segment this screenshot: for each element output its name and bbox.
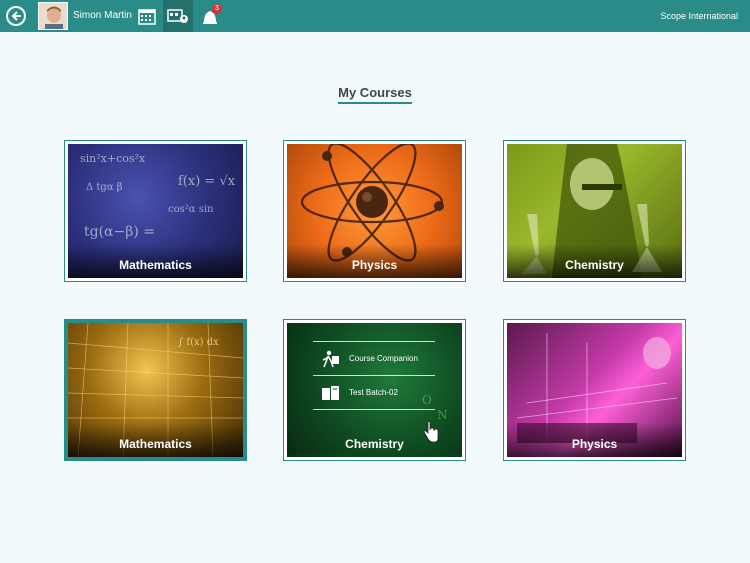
- courses-icon[interactable]: [163, 0, 193, 32]
- menu-item-label: Course Companion: [349, 354, 418, 363]
- physics-lab-image: Physics: [507, 323, 682, 457]
- course-card-physics-lab[interactable]: Physics: [503, 319, 686, 461]
- chemistry-green-image: O N Course Companion Test Batch-02 Chemi…: [287, 323, 462, 457]
- page-title-text: My Courses: [338, 85, 412, 104]
- menu-item-label: Test Batch-02: [349, 388, 398, 397]
- organization-name: Scope International: [660, 11, 738, 21]
- mathematics-gold-image: ∫ f(x) dx Mathematics: [68, 323, 243, 457]
- avatar[interactable]: [38, 2, 68, 30]
- divider: [313, 409, 435, 410]
- books-icon: [321, 383, 341, 403]
- menu-item-course-companion[interactable]: Course Companion: [313, 342, 435, 375]
- course-menu: Course Companion Test Batch-02: [313, 341, 435, 410]
- course-card-mathematics-selected[interactable]: ∫ f(x) dx Mathematics: [64, 319, 247, 461]
- notifications-icon[interactable]: 3: [195, 0, 225, 32]
- physics-atom-image: Physics: [287, 144, 462, 278]
- page-title: My Courses: [0, 84, 750, 104]
- course-card-chemistry-open[interactable]: O N Course Companion Test Batch-02 Chemi…: [283, 319, 466, 461]
- course-title: Mathematics: [68, 423, 243, 457]
- user-name[interactable]: Simon Martin: [73, 0, 132, 32]
- calendar-icon[interactable]: [132, 0, 162, 32]
- chemistry-scientist-image: Chemistry: [507, 144, 682, 278]
- hand-cursor-icon: [423, 421, 439, 448]
- course-title: Mathematics: [68, 244, 243, 278]
- course-title: Physics: [507, 423, 682, 457]
- mathematics-image: sin²x+cos²x f(x) = √x Δ tgα β tg(α−β) = …: [68, 144, 243, 278]
- course-card-chemistry[interactable]: Chemistry: [503, 140, 686, 282]
- menu-item-test-batch[interactable]: Test Batch-02: [313, 376, 435, 409]
- notification-badge: 3: [212, 4, 222, 14]
- top-bar: Simon Martin 3 Scope International: [0, 0, 750, 32]
- companion-icon: [321, 349, 341, 369]
- course-card-mathematics[interactable]: sin²x+cos²x f(x) = √x Δ tgα β tg(α−β) = …: [64, 140, 247, 282]
- back-arrow-icon[interactable]: [6, 6, 26, 26]
- course-title: Chemistry: [507, 244, 682, 278]
- course-card-physics[interactable]: Physics: [283, 140, 466, 282]
- course-title: Physics: [287, 244, 462, 278]
